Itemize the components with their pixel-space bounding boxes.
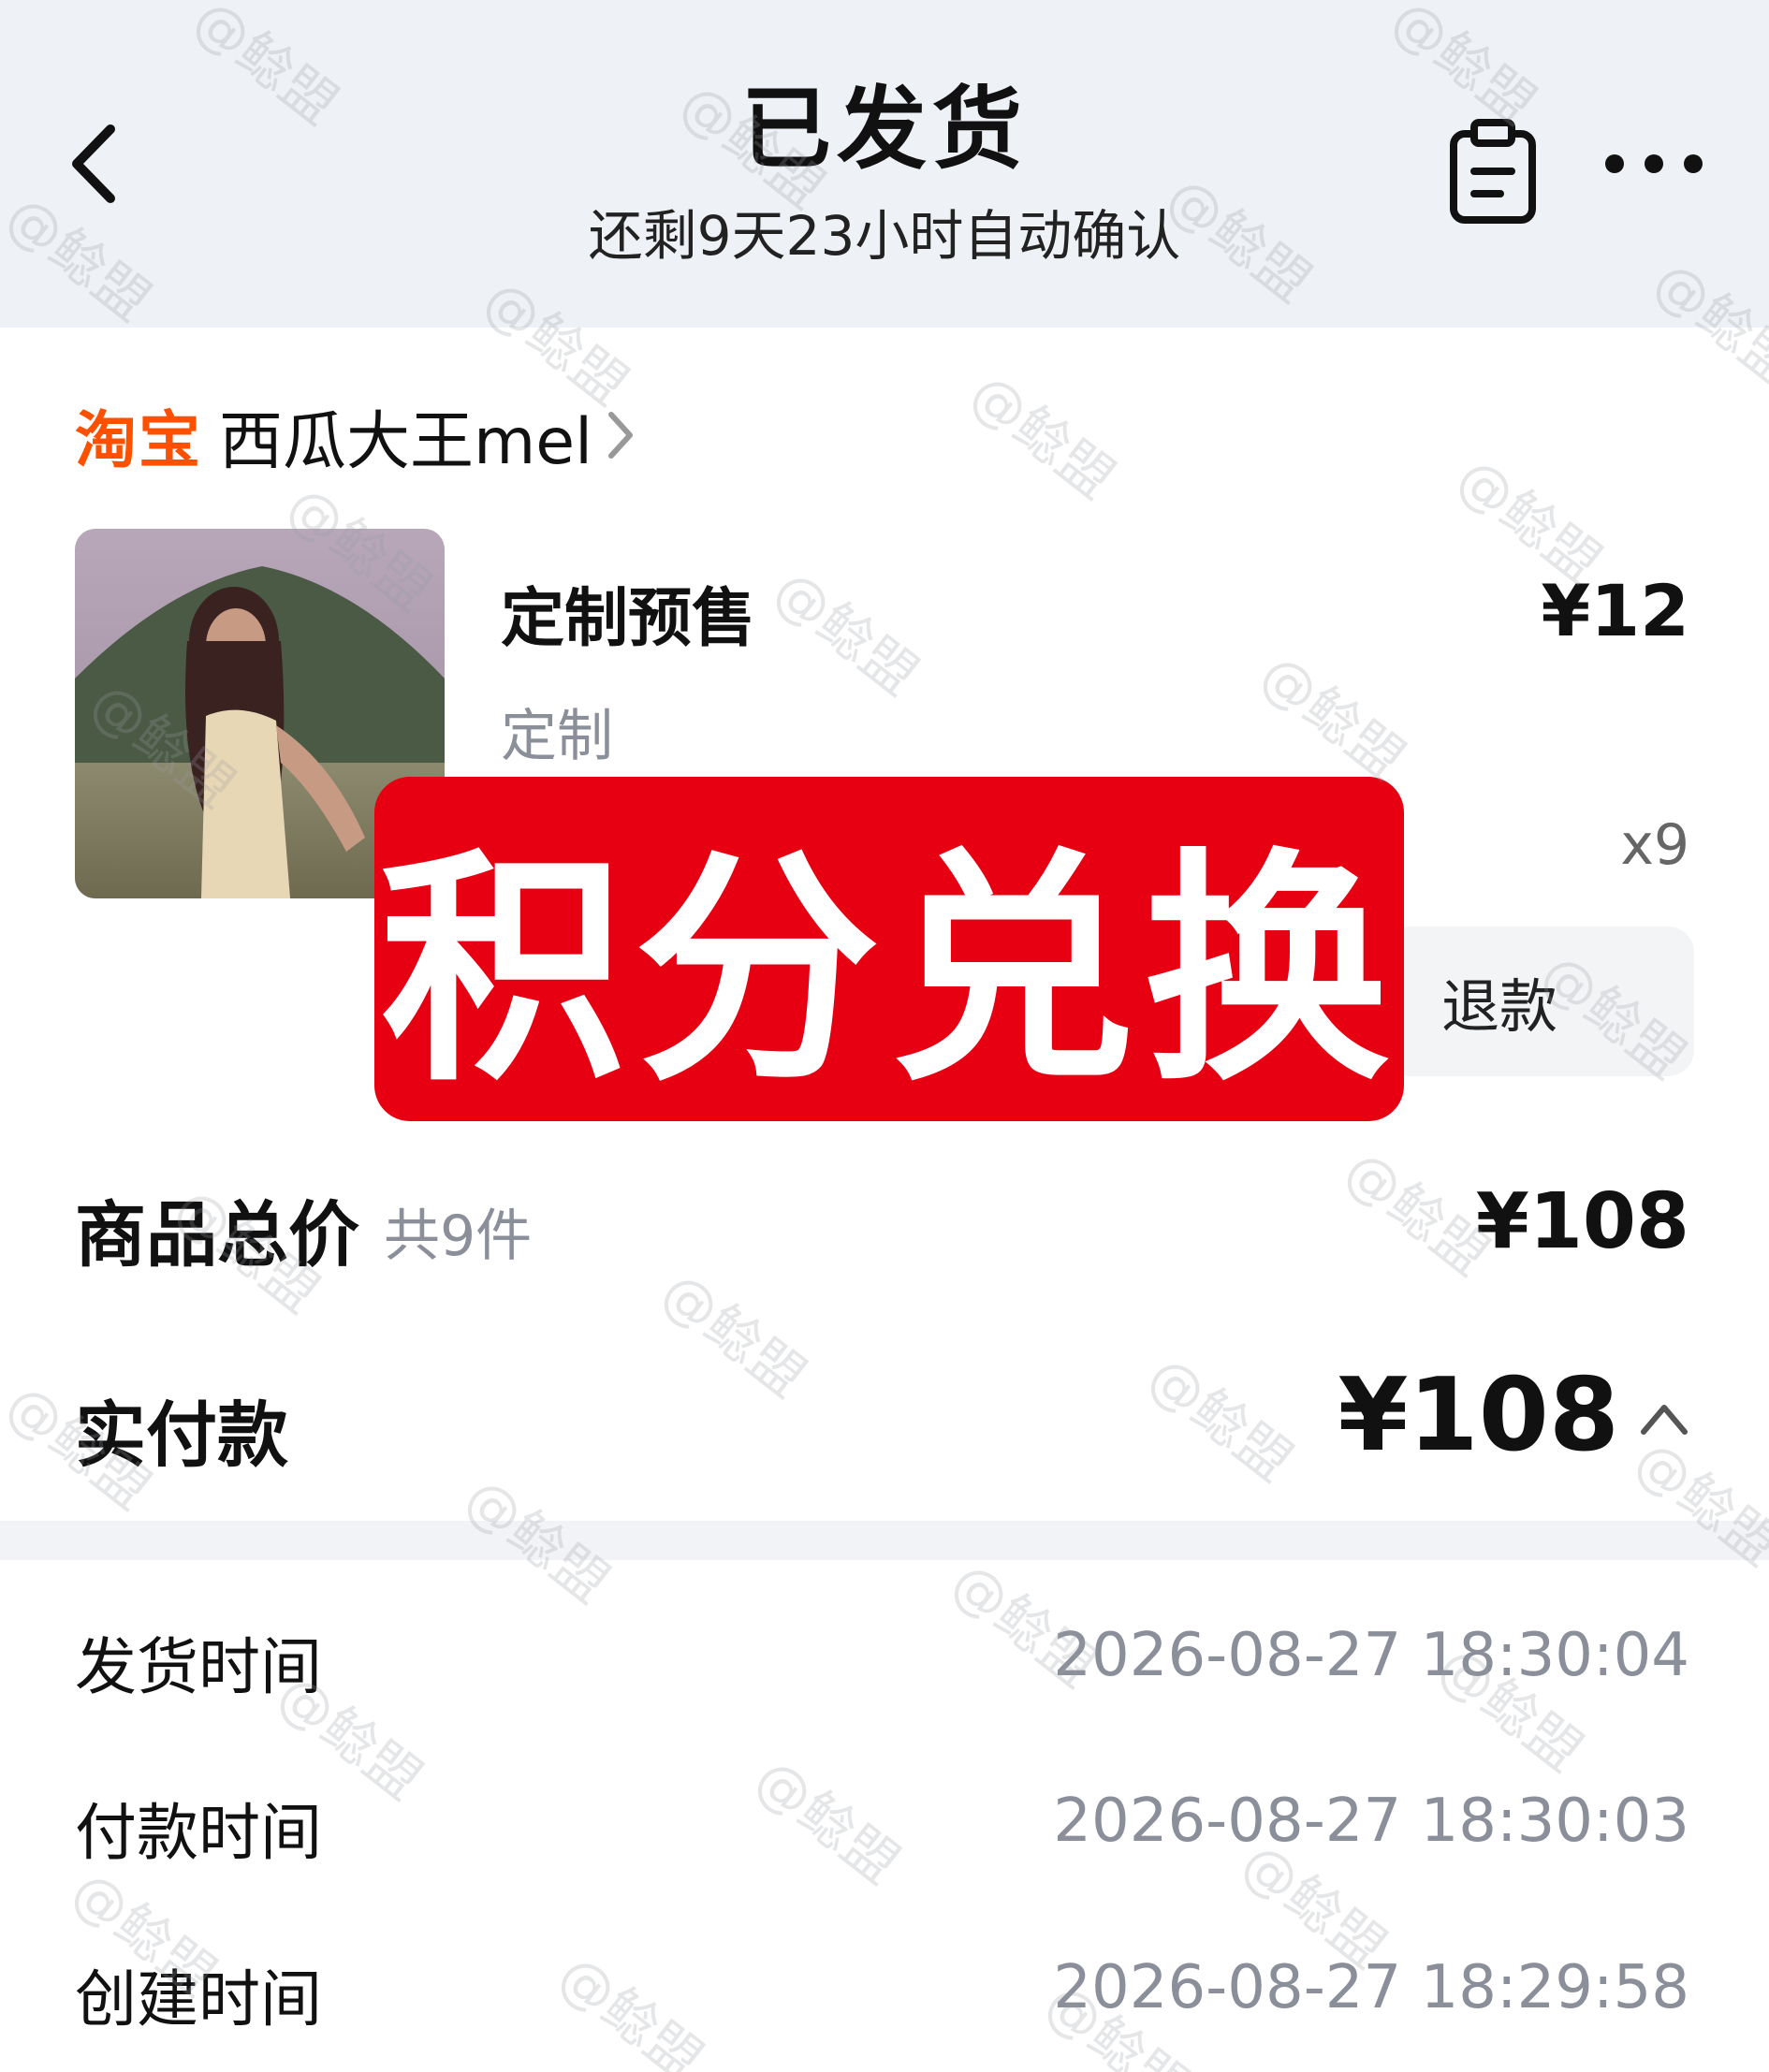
clipboard-icon xyxy=(1450,119,1536,224)
product-title[interactable]: 定制预售 xyxy=(501,566,755,659)
watermark: @鲶盟 xyxy=(1249,641,1417,793)
pay-time-label: 付款时间 xyxy=(75,1797,322,1869)
product-price: ¥12 xyxy=(1541,569,1689,652)
goods-total-price: ¥108 xyxy=(1475,1177,1689,1266)
ship-time-label: 发货时间 xyxy=(75,1631,322,1703)
watermark: @鲶盟 xyxy=(958,360,1127,512)
taobao-logo: 淘宝 xyxy=(75,404,202,476)
order-details-button[interactable] xyxy=(1446,117,1540,225)
actual-payment-label: 实付款 xyxy=(75,1393,288,1477)
chevron-right-icon xyxy=(606,409,636,461)
top-navigation-bar: 已发货 还剩9天23小时自动确认 xyxy=(0,0,1769,328)
price-detail-toggle[interactable] xyxy=(1636,1394,1692,1441)
create-time-label: 创建时间 xyxy=(75,1963,322,2036)
watermark: @鲶盟 xyxy=(1136,1343,1305,1495)
section-divider xyxy=(0,1521,1769,1560)
refund-button[interactable]: 退款 xyxy=(1385,927,1694,1076)
actual-payment-amount: ¥108 xyxy=(1338,1357,1619,1474)
watermark: @鲶盟 xyxy=(743,1745,912,1897)
watermark: @鲶盟 xyxy=(547,1942,715,2072)
watermark: @鲶盟 xyxy=(650,1259,818,1410)
ship-time-value: 2026-08-27 18:30:04 xyxy=(1053,1621,1689,1690)
more-options-button[interactable] xyxy=(1601,145,1708,182)
more-dots-icon xyxy=(1605,154,1703,173)
pay-time-value: 2026-08-27 18:30:03 xyxy=(1053,1787,1689,1856)
watermark: @鲶盟 xyxy=(762,557,930,708)
shop-link[interactable]: 淘宝 西瓜大王mel xyxy=(75,398,636,479)
product-spec: 定制 xyxy=(501,704,613,769)
points-exchange-banner: 积分兑换 xyxy=(374,777,1404,1121)
chevron-up-icon xyxy=(1641,1405,1688,1435)
create-time-value: 2026-08-27 18:29:58 xyxy=(1053,1953,1689,2022)
refund-button-label: 退款 xyxy=(1441,972,1558,1041)
goods-total-count: 共9件 xyxy=(384,1204,533,1269)
product-quantity: x9 xyxy=(1620,812,1689,878)
goods-total-label: 商品总价 xyxy=(75,1193,359,1277)
shop-name: 西瓜大王mel xyxy=(219,404,592,479)
